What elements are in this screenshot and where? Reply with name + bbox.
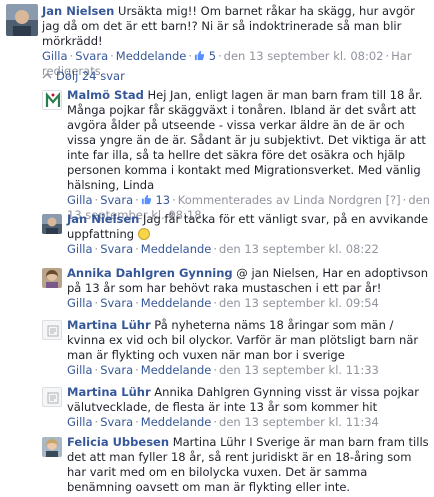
comment-timestamp[interactable]: den 13 september kl. 08:02 <box>224 49 384 63</box>
comment-actions: Gilla · Svara · Meddelande · den 13 september … <box>67 242 379 256</box>
hide-replies-label[interactable]: Dölj 24 svar <box>56 69 125 83</box>
reply-button[interactable]: Svara <box>100 242 133 256</box>
comment-timestamp[interactable]: den 13 september kl. 11:34 <box>219 415 379 429</box>
reply-button[interactable]: Svara <box>100 363 133 377</box>
hide-replies-link[interactable]: Dölj 24 svar <box>42 69 125 83</box>
message-button[interactable]: Meddelande <box>141 363 212 377</box>
avatar[interactable] <box>6 4 38 36</box>
reply-button[interactable]: Svara <box>100 296 133 310</box>
avatar[interactable] <box>42 268 62 288</box>
chevron-up-icon <box>42 72 52 79</box>
message-button[interactable]: Meddelande <box>141 296 212 310</box>
comment-timestamp[interactable]: den 13 september kl. 09:54 <box>219 296 379 310</box>
comment-author[interactable]: Jan Nielsen <box>42 4 114 18</box>
thumbs-up-icon <box>194 50 205 61</box>
message-button[interactable]: Meddelande <box>116 49 187 63</box>
avatar[interactable] <box>42 90 62 110</box>
comment-author[interactable]: Malmö Stad <box>67 88 144 102</box>
thumbs-up-icon <box>141 194 151 205</box>
page-reply-attribution[interactable]: Kommenterades av Linda Nordgren [?] <box>178 193 401 207</box>
message-button[interactable]: Meddelande <box>141 415 212 429</box>
like-count[interactable]: 5 <box>209 49 216 63</box>
comment-author[interactable]: Felicia Ubbesen <box>67 435 169 449</box>
comment-actions: Gilla · Svara · Meddelande · den 13 september … <box>67 296 379 310</box>
like-button[interactable]: Gilla <box>67 296 93 310</box>
comment-timestamp[interactable]: den 13 september kl. 08:22 <box>219 242 379 256</box>
like-count[interactable]: 13 <box>155 193 170 207</box>
comment-timestamp[interactable]: den 13 september kl. 11:33 <box>219 363 379 377</box>
comment-author[interactable]: Annika Dahlgren Gynning <box>67 266 233 280</box>
like-button[interactable]: Gilla <box>67 415 93 429</box>
reply-button[interactable]: Svara <box>75 49 108 63</box>
comment-actions: Gilla · Svara · Meddelande · den 13 september … <box>67 363 379 377</box>
avatar[interactable] <box>42 437 62 457</box>
reply-button[interactable]: Svara <box>100 193 133 207</box>
like-button[interactable]: Gilla <box>67 242 93 256</box>
comment-author[interactable]: Jan Nielsen <box>67 212 139 226</box>
reply-button[interactable]: Svara <box>100 415 133 429</box>
like-button[interactable]: Gilla <box>67 363 93 377</box>
like-button[interactable]: Gilla <box>67 193 93 207</box>
comment-text: Hej Jan, enligt lagen är man barn fram t… <box>67 88 426 192</box>
avatar[interactable] <box>42 214 62 234</box>
default-avatar-icon[interactable] <box>42 320 62 340</box>
like-button[interactable]: Gilla <box>42 49 68 63</box>
default-avatar-icon[interactable] <box>42 387 62 407</box>
smiley-emoji-icon <box>137 228 150 240</box>
comment-author[interactable]: Martina Lühr <box>67 385 151 399</box>
comment-actions: Gilla · Svara · Meddelande · den 13 september … <box>67 415 379 429</box>
comment-author[interactable]: Martina Lühr <box>67 318 151 332</box>
message-button[interactable]: Meddelande <box>141 242 212 256</box>
